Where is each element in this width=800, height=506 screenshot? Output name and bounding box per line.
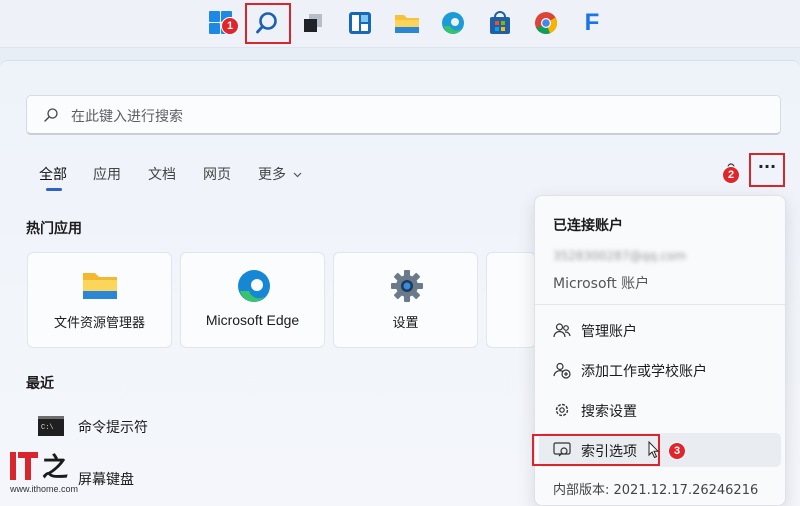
app-card-edge[interactable]: Microsoft Edge [180, 252, 325, 348]
menu-header: 已连接账户 [553, 218, 623, 234]
command-prompt-icon: C:\ [38, 416, 64, 440]
menu-item-label: 添加工作或学校账户 [581, 364, 707, 380]
tab-more[interactable]: 更多 [258, 164, 302, 184]
callout-2: 2 [722, 166, 740, 184]
svg-text:C:\: C:\ [41, 424, 54, 432]
mouse-cursor-icon [648, 440, 660, 463]
search-icon [43, 107, 59, 127]
chrome-icon[interactable] [531, 8, 561, 38]
more-options-button[interactable]: ··· [749, 153, 785, 187]
gear-icon [553, 401, 571, 419]
app-card-partial[interactable] [486, 252, 536, 348]
account-type: Microsoft 账户 [553, 276, 650, 292]
file-explorer-icon [82, 269, 118, 305]
ithome-logo: 之 www.ithome.com [10, 448, 102, 500]
list-item-label: 命令提示符 [78, 420, 148, 436]
file-explorer-icon[interactable] [392, 8, 422, 38]
add-person-icon [553, 361, 571, 379]
task-view-icon[interactable] [298, 8, 328, 38]
top-apps-title: 热门应用 [26, 221, 82, 237]
list-item[interactable]: C:\ 命令提示符 [38, 413, 338, 441]
callout-3: 3 [668, 442, 686, 460]
menu-item-label: 管理账户 [581, 324, 637, 340]
svg-text:之: 之 [42, 452, 68, 483]
menu-item-manage-accounts[interactable]: 管理账户 [539, 313, 781, 347]
tab-active-indicator [46, 188, 62, 191]
tab-apps[interactable]: 应用 [93, 164, 121, 184]
people-icon [553, 321, 571, 339]
store-icon[interactable] [485, 8, 515, 38]
menu-item-label: 搜索设置 [581, 404, 637, 420]
chevron-down-icon [293, 167, 302, 183]
edge-icon[interactable] [438, 8, 468, 38]
app-label: 设置 [392, 316, 419, 331]
edge-icon [236, 268, 272, 308]
highlight-indexing-box [532, 434, 660, 466]
recent-title: 最近 [26, 376, 54, 392]
divider [535, 304, 785, 305]
callout-1: 1 [221, 17, 239, 35]
app-label: Microsoft Edge [205, 312, 300, 328]
more-options-menu: 已连接账户 3528300287@qq.com Microsoft 账户 管理账… [532, 195, 786, 506]
account-email: 3528300287@qq.com [553, 249, 687, 263]
gear-icon [389, 268, 425, 308]
watermark-url: www.ithome.com [10, 484, 79, 494]
search-input[interactable]: 在此键入进行搜索 [26, 95, 781, 135]
app-f-icon[interactable]: F [577, 8, 607, 38]
tab-more-label: 更多 [258, 167, 286, 183]
menu-item-search-settings[interactable]: 搜索设置 [539, 393, 781, 427]
app-label: 文件资源管理器 [53, 316, 145, 331]
taskbar: 1 F [0, 0, 800, 48]
build-version: 内部版本: 2021.12.17.26246216 [553, 483, 759, 498]
widgets-icon[interactable] [345, 8, 375, 38]
tab-all[interactable]: 全部 [39, 164, 67, 184]
menu-item-add-account[interactable]: 添加工作或学校账户 [539, 353, 781, 387]
app-card-settings[interactable]: 设置 [333, 252, 478, 348]
tab-documents[interactable]: 文档 [148, 164, 176, 184]
app-card-file-explorer[interactable]: 文件资源管理器 [27, 252, 172, 348]
tab-web[interactable]: 网页 [203, 164, 231, 184]
search-placeholder: 在此键入进行搜索 [71, 109, 183, 125]
highlight-search-box [245, 3, 291, 44]
